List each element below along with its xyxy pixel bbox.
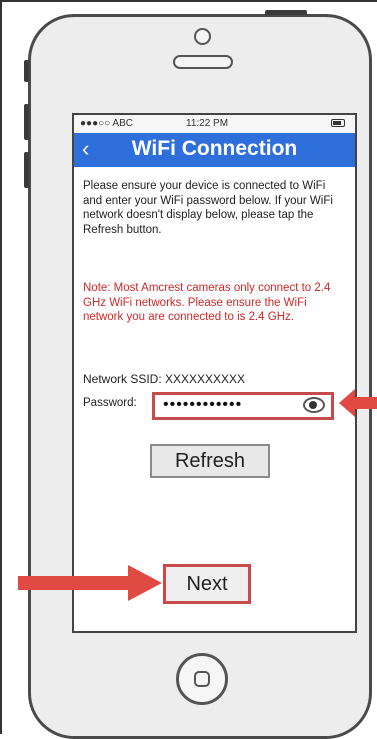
- camera-icon: [194, 28, 211, 45]
- page-title: WiFi Connection: [131, 137, 298, 160]
- next-button[interactable]: Next: [163, 564, 251, 604]
- instructions-text: Please ensure your device is connected t…: [83, 180, 333, 236]
- network-ssid: Network SSID: XXXXXXXXXX: [83, 372, 246, 386]
- status-bar: ●●●○○ ABC 11:22 PM: [74, 115, 355, 133]
- speaker-grille: [173, 55, 233, 69]
- carrier-signal: ●●●○○ ABC: [80, 118, 133, 129]
- battery-icon: [331, 119, 345, 127]
- title-bar: ‹ WiFi Connection: [74, 133, 355, 167]
- volume-button-down: [24, 152, 29, 188]
- volume-button-up: [24, 104, 29, 140]
- eye-icon[interactable]: [303, 397, 325, 413]
- next-arrow-icon: [18, 565, 162, 601]
- phone-screen: ●●●○○ ABC 11:22 PM ‹ WiFi Connection Ple…: [72, 113, 357, 633]
- frequency-note: Note: Most Amcrest cameras only connect …: [83, 282, 331, 323]
- refresh-button[interactable]: Refresh: [150, 444, 270, 478]
- password-value: ••••••••••••: [163, 396, 243, 413]
- password-arrow-icon: [339, 389, 377, 417]
- home-button[interactable]: [176, 653, 228, 705]
- power-button: [265, 10, 307, 15]
- volume-button-top: [24, 60, 29, 82]
- status-time: 11:22 PM: [186, 118, 229, 129]
- password-input[interactable]: ••••••••••••: [152, 392, 334, 420]
- password-label: Password:: [83, 397, 137, 409]
